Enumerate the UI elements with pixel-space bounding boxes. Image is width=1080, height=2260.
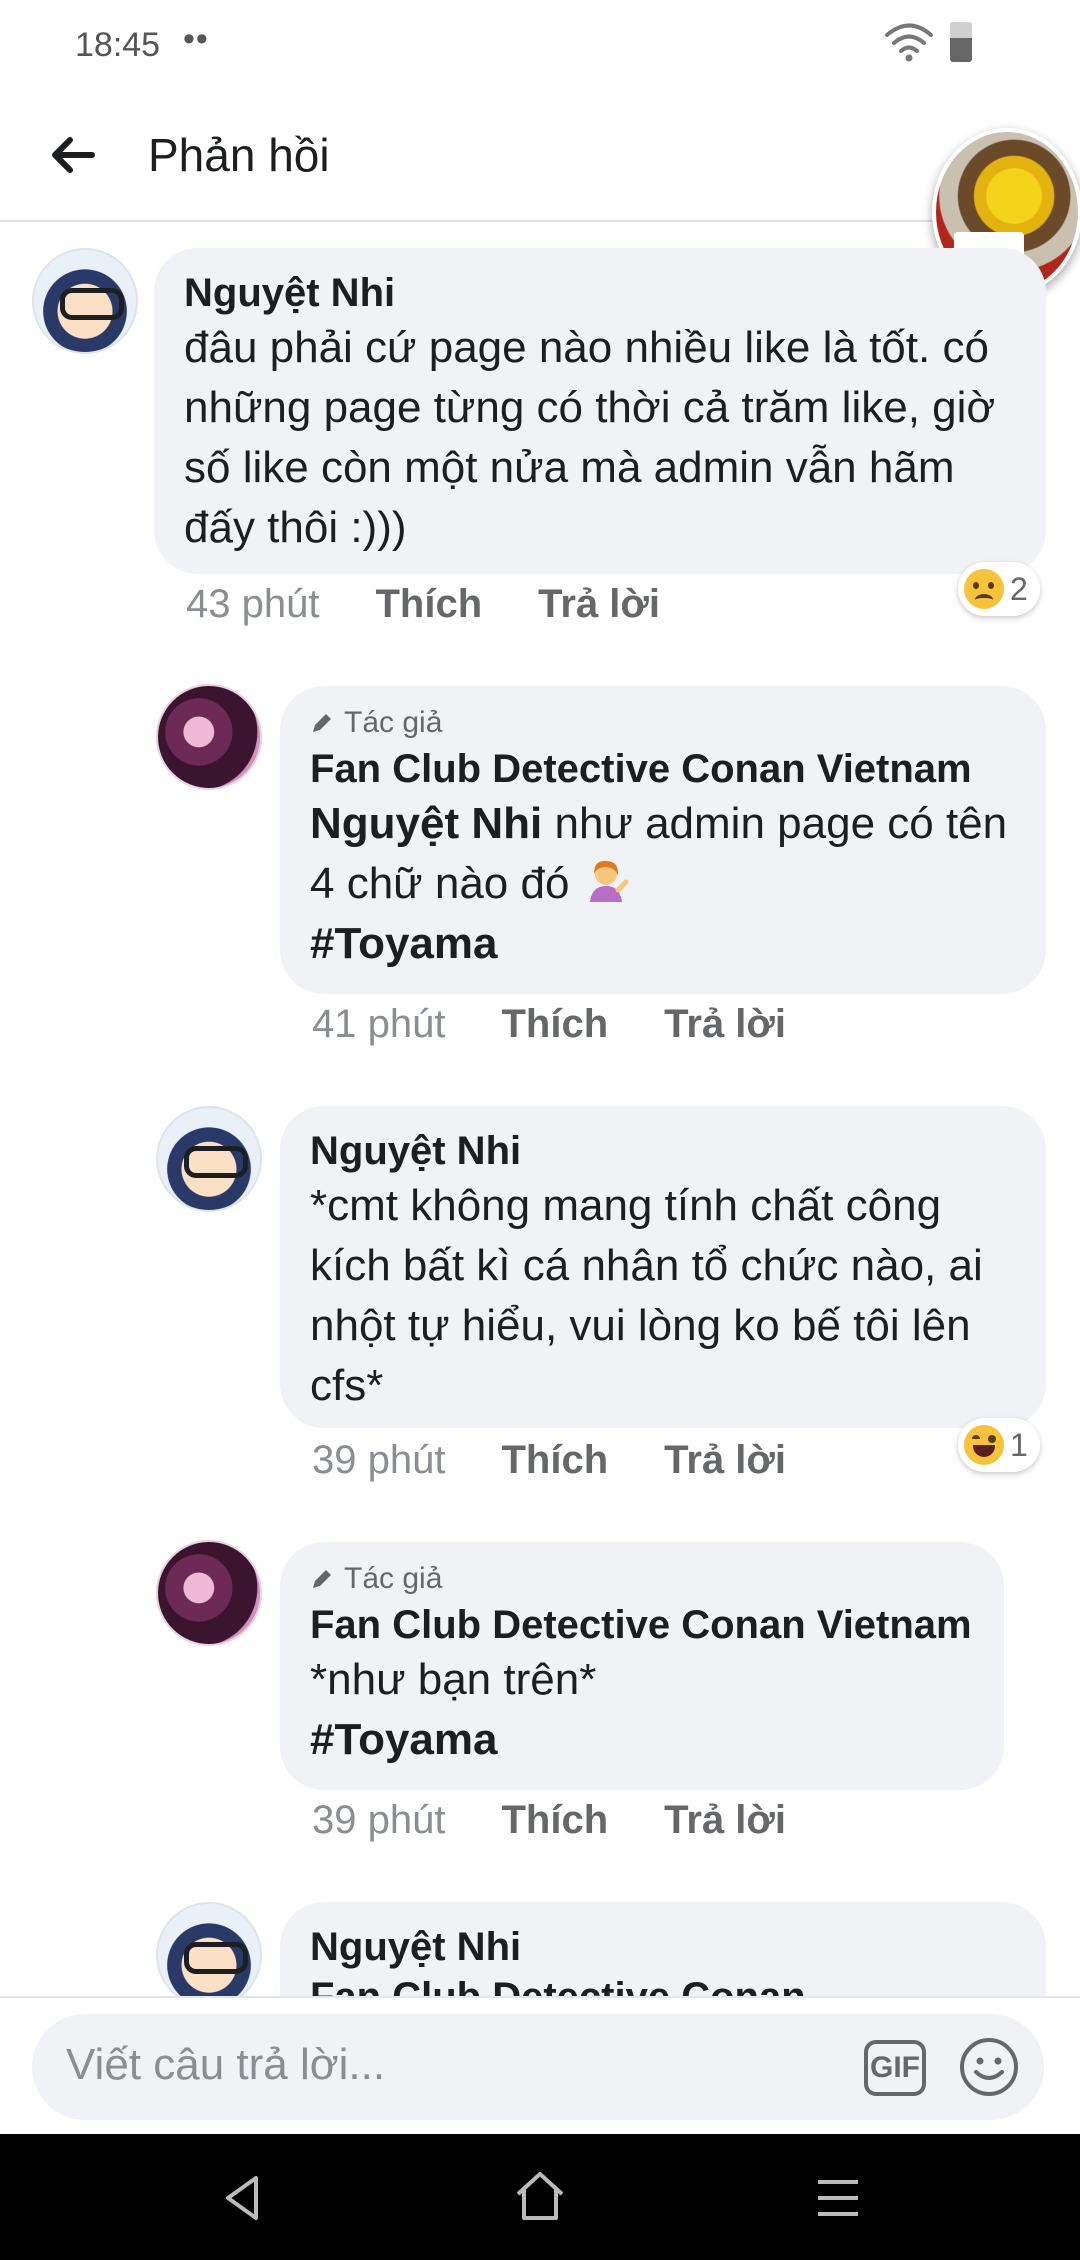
reply-composer: Viết câu trả lời... GIF [0, 1996, 1080, 2132]
author-badge-label: Tác giả [344, 1562, 443, 1595]
comment-time: 39 phút [312, 1798, 446, 1842]
person-tipping-hand-icon [589, 860, 629, 902]
reply-button[interactable]: Trả lời [664, 1798, 786, 1843]
status-time: 18:45 [75, 26, 161, 64]
haha-reaction-icon [964, 1425, 1004, 1465]
comment-text: *như bạn trên* [310, 1655, 597, 1704]
mention[interactable]: Nguyệt Nhi [310, 799, 542, 848]
comment-text: *cmt không mang tính chất công kích bất … [310, 1181, 983, 1410]
comment-author[interactable]: Nguyệt Nhi [184, 268, 1016, 318]
avatar[interactable] [156, 1902, 262, 2008]
comment-time: 43 phút [186, 582, 320, 626]
comment-bubble[interactable]: Tác giả Fan Club Detective Conan Vietnam… [280, 1542, 1004, 1790]
comment-meta: 39 phút Thích Trả lời [312, 1438, 786, 1483]
reply-input[interactable]: Viết câu trả lời... GIF [32, 2014, 1044, 2120]
hashtag[interactable]: #Toyama [310, 914, 1016, 974]
reply-button[interactable]: Trả lời [538, 582, 660, 627]
comment-text: Nguyệt Nhi như admin page có tên 4 chữ n… [310, 794, 1016, 914]
avatar[interactable] [32, 248, 138, 354]
comment-time: 41 phút [312, 1002, 446, 1046]
header: Phản hồi [0, 100, 1080, 222]
avatar[interactable] [156, 1106, 262, 1212]
comment-time: 39 phút [312, 1438, 446, 1482]
like-button[interactable]: Thích [375, 582, 482, 627]
comment-author[interactable]: Fan Club Detective Conan Vietnam [310, 1600, 974, 1650]
comment-meta: 43 phút Thích Trả lời [186, 582, 660, 627]
back-arrow-icon[interactable] [48, 130, 98, 180]
reply-button[interactable]: Trả lời [664, 1002, 786, 1047]
smiley-icon[interactable] [958, 2036, 1020, 2098]
author-badge: Tác giả [310, 1562, 974, 1596]
comment-bubble[interactable]: Nguyệt Nhi *cmt không mang tính chất côn… [280, 1106, 1046, 1428]
pencil-icon [313, 1570, 331, 1588]
comment-bubble[interactable]: Nguyệt Nhi đâu phải cứ page nào nhiều li… [154, 248, 1046, 574]
author-badge: Tác giả [310, 706, 1016, 740]
comment-meta: 39 phút Thích Trả lời [312, 1798, 786, 1843]
sad-reaction-icon [964, 569, 1004, 609]
avatar[interactable] [156, 1540, 262, 1646]
reply-input-placeholder: Viết câu trả lời... [66, 2040, 386, 2089]
comment-author[interactable]: Nguyệt Nhi [310, 1922, 1016, 1972]
reply-button[interactable]: Trả lời [664, 1438, 786, 1483]
hashtag[interactable]: #Toyama [310, 1710, 974, 1770]
author-badge-label: Tác giả [344, 706, 443, 739]
gif-icon[interactable]: GIF [864, 2040, 926, 2096]
system-nav-bar [0, 2134, 1080, 2260]
comment-bubble[interactable]: Tác giả Fan Club Detective Conan Vietnam… [280, 686, 1046, 994]
status-bar: 18:45 •• [0, 0, 1080, 90]
like-button[interactable]: Thích [501, 1002, 608, 1047]
nav-back-icon[interactable] [220, 2174, 264, 2222]
comment-author[interactable]: Nguyệt Nhi [310, 1126, 1016, 1176]
like-button[interactable]: Thích [501, 1798, 608, 1843]
page-title: Phản hồi [148, 129, 330, 181]
reaction-summary[interactable]: 2 [958, 562, 1040, 616]
reaction-count: 1 [1010, 1426, 1028, 1463]
pencil-icon [313, 714, 331, 732]
avatar[interactable] [156, 684, 262, 790]
notification-dots: •• [183, 20, 209, 58]
reaction-count: 2 [1010, 570, 1028, 607]
comment-meta: 41 phút Thích Trả lời [312, 1002, 786, 1047]
comment-author[interactable]: Fan Club Detective Conan Vietnam [310, 744, 1016, 794]
battery-icon [950, 22, 972, 62]
reaction-summary[interactable]: 1 [958, 1418, 1040, 1472]
nav-home-icon[interactable] [512, 2170, 568, 2222]
wifi-icon [885, 23, 933, 62]
comment-text: đâu phải cứ page nào nhiều like là tốt. … [184, 323, 996, 552]
nav-menu-icon[interactable] [816, 2178, 860, 2218]
like-button[interactable]: Thích [501, 1438, 608, 1483]
